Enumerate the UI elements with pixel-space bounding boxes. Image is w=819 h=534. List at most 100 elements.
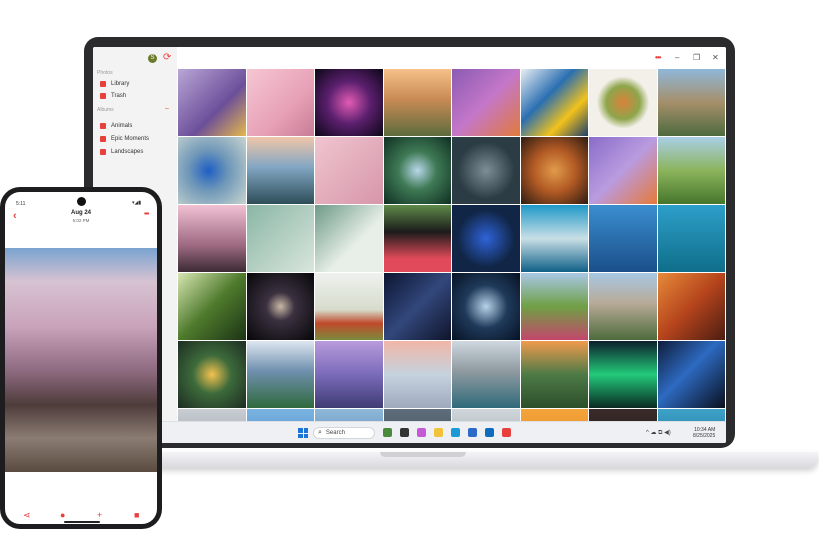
photo-tile-shark[interactable]	[589, 205, 657, 272]
app-landscape-icon[interactable]	[383, 428, 392, 437]
sidebar-item-label: Animals	[111, 123, 133, 129]
photo-tile-white-flowers[interactable]	[315, 205, 383, 272]
delete-icon[interactable]: ■	[134, 510, 139, 520]
photo-tile-butterfly-flower[interactable]	[383, 205, 451, 272]
photo-tile-dandelion[interactable]	[452, 137, 520, 204]
photo-tile-butterfly[interactable]	[178, 137, 246, 204]
more-options-button[interactable]: •••	[655, 53, 661, 62]
sidebar-item-epic-moments[interactable]: Epic Moments	[100, 134, 149, 144]
sidebar-item-landscapes[interactable]: Landscapes	[100, 147, 143, 157]
clock-date: 8/25/2025	[693, 433, 716, 439]
photo-tile-jellyfish[interactable]	[452, 273, 520, 340]
close-button[interactable]: ✕	[712, 53, 719, 62]
app-store-icon[interactable]	[468, 428, 477, 437]
taskbar-clock[interactable]: 10:34 AM 8/25/2025	[693, 427, 715, 439]
taskbar-search[interactable]: ⌕ Search	[313, 427, 375, 439]
photo-tile-lakeside-dolomites[interactable]	[452, 341, 520, 408]
photo-tile-poppy-field[interactable]	[315, 273, 383, 340]
sidebar-item-label: Landscapes	[111, 149, 144, 155]
photo-tile-tree-canopy[interactable]	[383, 137, 451, 204]
photo-tile-cherry-blossom[interactable]	[246, 69, 314, 136]
avatar[interactable]: S	[148, 54, 157, 63]
add-album-icon[interactable]: –	[165, 105, 169, 112]
photo-tile-row6-2[interactable]	[246, 409, 314, 421]
photo-tile-half-dome[interactable]	[589, 273, 657, 340]
app-copilot-icon[interactable]	[417, 428, 426, 437]
photo-tile-autumn-forest[interactable]	[657, 273, 725, 340]
phone-status-icons: ▾◢▮	[132, 200, 142, 206]
trash-icon	[100, 93, 106, 99]
photo-tile-pizza[interactable]	[520, 137, 588, 204]
album-icon	[100, 149, 106, 155]
photo-tile-purple-lake[interactable]	[315, 341, 383, 408]
photo-tile-galaxy[interactable]	[246, 273, 314, 340]
photo-tile-food-plate[interactable]	[178, 341, 246, 408]
photo-tile-row6-3[interactable]	[315, 409, 383, 421]
sidebar-header-albums: Albums	[97, 107, 114, 113]
app-explorer-icon[interactable]	[434, 428, 443, 437]
start-button[interactable]	[298, 428, 308, 438]
app-edge-icon[interactable]	[451, 428, 460, 437]
sidebar-item-library[interactable]: Library	[100, 79, 129, 89]
heart-icon[interactable]: ●	[60, 510, 65, 520]
sidebar-item-animals[interactable]: Animals	[100, 121, 132, 131]
photo-tile-white-blossom-branch[interactable]	[246, 205, 314, 272]
add-icon[interactable]: +	[97, 510, 102, 520]
photo-tile-sunset-valley[interactable]	[383, 69, 451, 136]
app-outlook-icon[interactable]	[485, 428, 494, 437]
system-tray[interactable]: ^ ☁ ⧉ ◀)	[646, 429, 671, 437]
app-files-icon[interactable]	[400, 428, 409, 437]
photo-tile-bee-on-flowers[interactable]	[178, 69, 246, 136]
photo-tile-row6-8[interactable]	[657, 409, 725, 421]
photo-tile-blue-crayfish[interactable]	[452, 205, 520, 272]
photo-tile-mountain-lake[interactable]	[657, 69, 725, 136]
laptop-screen: S ⟳ Photos Library Trash Albums – Animal…	[93, 47, 726, 443]
app-photos-icon[interactable]	[502, 428, 511, 437]
refresh-icon[interactable]: ⟳	[163, 52, 171, 64]
sidebar-item-trash[interactable]: Trash	[100, 91, 126, 101]
photo-tile-nebula[interactable]	[315, 69, 383, 136]
photo-tile-coral-fish[interactable]	[452, 69, 520, 136]
photo-tile-blossom-path[interactable]	[178, 205, 246, 272]
front-camera	[77, 197, 86, 206]
share-icon[interactable]: ⋖	[23, 510, 31, 521]
home-indicator[interactable]	[64, 521, 100, 523]
photo-tile-valley-river[interactable]	[520, 341, 588, 408]
photo-tile-clouds-sunset[interactable]	[383, 341, 451, 408]
photo-tile-pink-blossom-macro[interactable]	[315, 137, 383, 204]
photo-tile-sea-turtle[interactable]	[657, 205, 725, 272]
photo-tile-clownfish-anemone[interactable]	[589, 137, 657, 204]
phone-more-button[interactable]: •••	[144, 211, 149, 218]
search-placeholder: Search	[325, 430, 345, 436]
sidebar-item-label: Epic Moments	[111, 136, 150, 142]
sidebar-header-photos: Photos	[97, 70, 113, 76]
photo-tile-forest-light[interactable]	[178, 273, 246, 340]
title-bar: ••• – ❐ ✕	[177, 47, 726, 69]
photo-tile-beluga[interactable]	[520, 205, 588, 272]
taskbar: ⌕ Search ^ ☁ ⧉ ◀) 10:34 AM 8/25/2025	[93, 421, 726, 443]
sidebar-item-label: Library	[111, 81, 130, 87]
cherry-blossom-photo[interactable]	[5, 248, 157, 472]
photo-tile-milky-way[interactable]	[383, 273, 451, 340]
photo-tile-macaw[interactable]	[520, 69, 588, 136]
album-icon	[100, 136, 106, 142]
laptop-base	[152, 452, 818, 468]
photo-tile-row6-4[interactable]	[383, 409, 451, 421]
photo-time: 5:02 PM	[72, 218, 90, 223]
photo-tile-alpine-lake[interactable]	[246, 341, 314, 408]
photo-tile-lake-reflection[interactable]	[246, 137, 314, 204]
laptop-hinge-notch	[380, 452, 466, 457]
photo-tile-aurora[interactable]	[589, 341, 657, 408]
photo-tile-row6-1[interactable]	[178, 409, 246, 421]
minimize-button[interactable]: –	[675, 53, 679, 62]
photo-date: Aug 24	[70, 210, 91, 216]
restore-button[interactable]: ❐	[693, 53, 700, 62]
photo-tile-row6-6[interactable]	[520, 409, 588, 421]
photo-tile-salad-bowl[interactable]	[589, 69, 657, 136]
photo-tile-row6-5[interactable]	[452, 409, 520, 421]
photo-tile-river-aerial[interactable]	[657, 341, 725, 408]
photo-grid	[178, 69, 725, 421]
photo-tile-flower-meadow[interactable]	[520, 273, 588, 340]
photo-tile-green-hills[interactable]	[657, 137, 725, 204]
photo-tile-row6-7[interactable]	[589, 409, 657, 421]
